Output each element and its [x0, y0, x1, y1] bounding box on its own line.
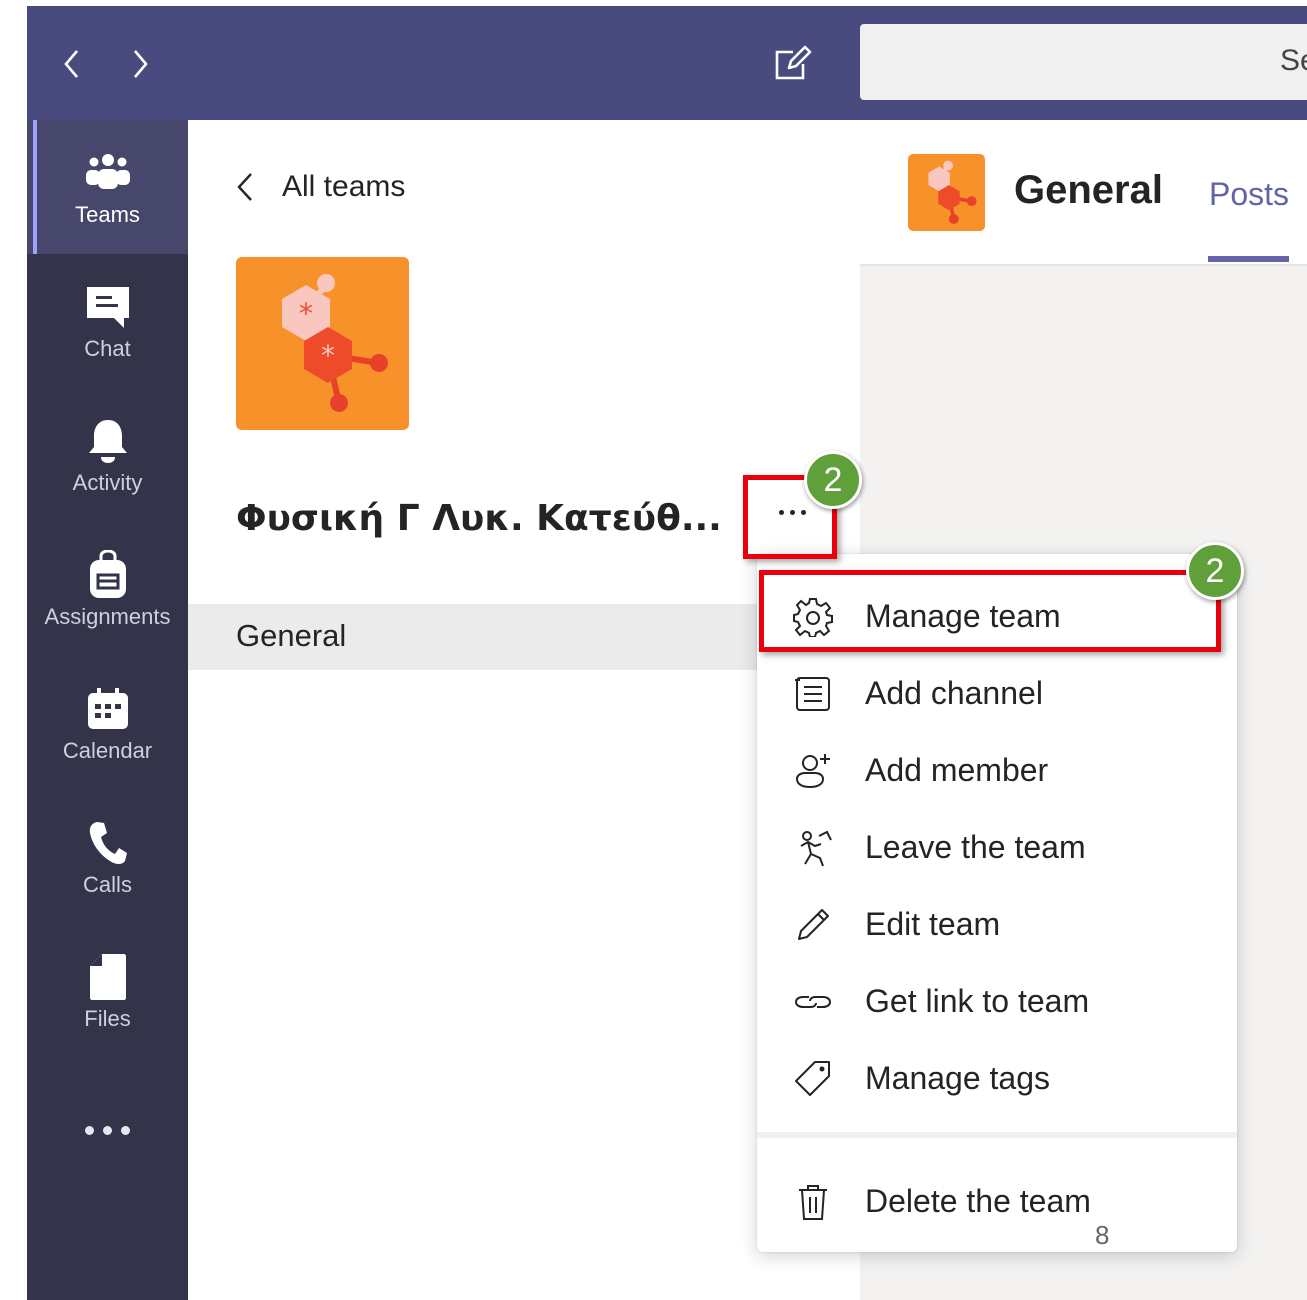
rail-label: Assignments: [44, 604, 171, 629]
chat-icon: [83, 282, 133, 332]
back-arrow-icon[interactable]: [57, 46, 87, 82]
channel-header: General Posts: [860, 120, 1307, 266]
teams-icon: [83, 148, 133, 198]
svg-text:*: *: [299, 297, 313, 330]
step-badge: 2: [804, 451, 862, 509]
all-teams-link[interactable]: All teams: [236, 170, 405, 204]
compose-icon[interactable]: [773, 44, 813, 84]
highlight-box-manage-team: [759, 570, 1221, 652]
team-name: Φυσική Γ Λυκ. Κατεύθ...: [236, 498, 722, 539]
menu-item-manage-tags[interactable]: Manage tags: [757, 1040, 1237, 1117]
search-text: Se: [1280, 44, 1307, 77]
forward-arrow-icon[interactable]: [125, 46, 155, 82]
menu-item-label: Edit team: [865, 906, 1001, 942]
link-icon: [791, 980, 835, 1024]
channel-label: General: [236, 618, 347, 653]
rail-label: Chat: [84, 336, 131, 361]
menu-item-label: Add member: [865, 752, 1049, 788]
menu-item-label: Delete the team: [865, 1183, 1091, 1219]
phone-icon: [83, 818, 133, 868]
menu-item-label: Leave the team: [865, 829, 1086, 865]
menu-item-add-channel[interactable]: Add channel: [757, 655, 1237, 732]
teams-app-window: Se Teams: [27, 6, 1307, 1300]
active-tab-indicator: [1208, 256, 1289, 262]
rail-item-teams[interactable]: Teams: [27, 120, 188, 254]
file-icon: [83, 952, 133, 1002]
rail-label: Calendar: [62, 738, 153, 763]
rail-item-activity[interactable]: Activity: [27, 388, 188, 522]
menu-item-edit-team[interactable]: Edit team: [757, 886, 1237, 963]
menu-item-add-member[interactable]: Add member: [757, 732, 1237, 809]
backpack-icon: [83, 550, 133, 600]
team-logo-small: [908, 154, 985, 231]
calendar-icon: [83, 684, 133, 734]
menu-item-get-link[interactable]: Get link to team: [757, 963, 1237, 1040]
menu-item-delete-team[interactable]: Delete the team: [757, 1163, 1237, 1240]
trash-icon: [791, 1180, 835, 1224]
team-options-menu: Manage team Add channel Add member Leave…: [757, 554, 1237, 1252]
svg-text:*: *: [321, 339, 335, 372]
chevron-left-icon: [237, 173, 252, 201]
top-bar: Se: [27, 6, 1307, 120]
add-member-icon: [791, 749, 835, 793]
rail-label: Activity: [72, 470, 143, 495]
tag-icon: [791, 1057, 835, 1101]
rail-label: Files: [84, 1006, 131, 1031]
tab-posts[interactable]: Posts: [1209, 176, 1289, 213]
rail-item-calendar[interactable]: Calendar: [27, 656, 188, 790]
pencil-icon: [791, 903, 835, 947]
rail-item-assignments[interactable]: Assignments: [27, 522, 188, 656]
team-logo: * *: [236, 257, 409, 430]
all-teams-label: All teams: [282, 170, 406, 203]
menu-item-leave-team[interactable]: Leave the team: [757, 809, 1237, 886]
rail-label: Teams: [75, 202, 140, 227]
step-badge: 2: [1186, 542, 1244, 600]
rail-label: Calls: [83, 872, 132, 897]
leave-icon: [791, 826, 835, 870]
more-apps-icon[interactable]: [27, 1110, 188, 1150]
rail-item-calls[interactable]: Calls: [27, 790, 188, 924]
rail-item-chat[interactable]: Chat: [27, 254, 188, 388]
app-rail: Teams Chat Activity Assignments Calendar…: [27, 120, 188, 1300]
search-input[interactable]: Se: [860, 24, 1307, 100]
bell-icon: [83, 416, 133, 466]
menu-item-label: Get link to team: [865, 983, 1090, 1019]
add-channel-icon: [791, 672, 835, 716]
menu-item-label: Manage tags: [865, 1060, 1051, 1096]
slide-number: 8: [1095, 1220, 1110, 1250]
rail-item-files[interactable]: Files: [27, 924, 188, 1058]
menu-divider: [757, 1132, 1237, 1138]
menu-item-label: Add channel: [865, 675, 1043, 711]
channel-title: General: [1014, 168, 1163, 212]
